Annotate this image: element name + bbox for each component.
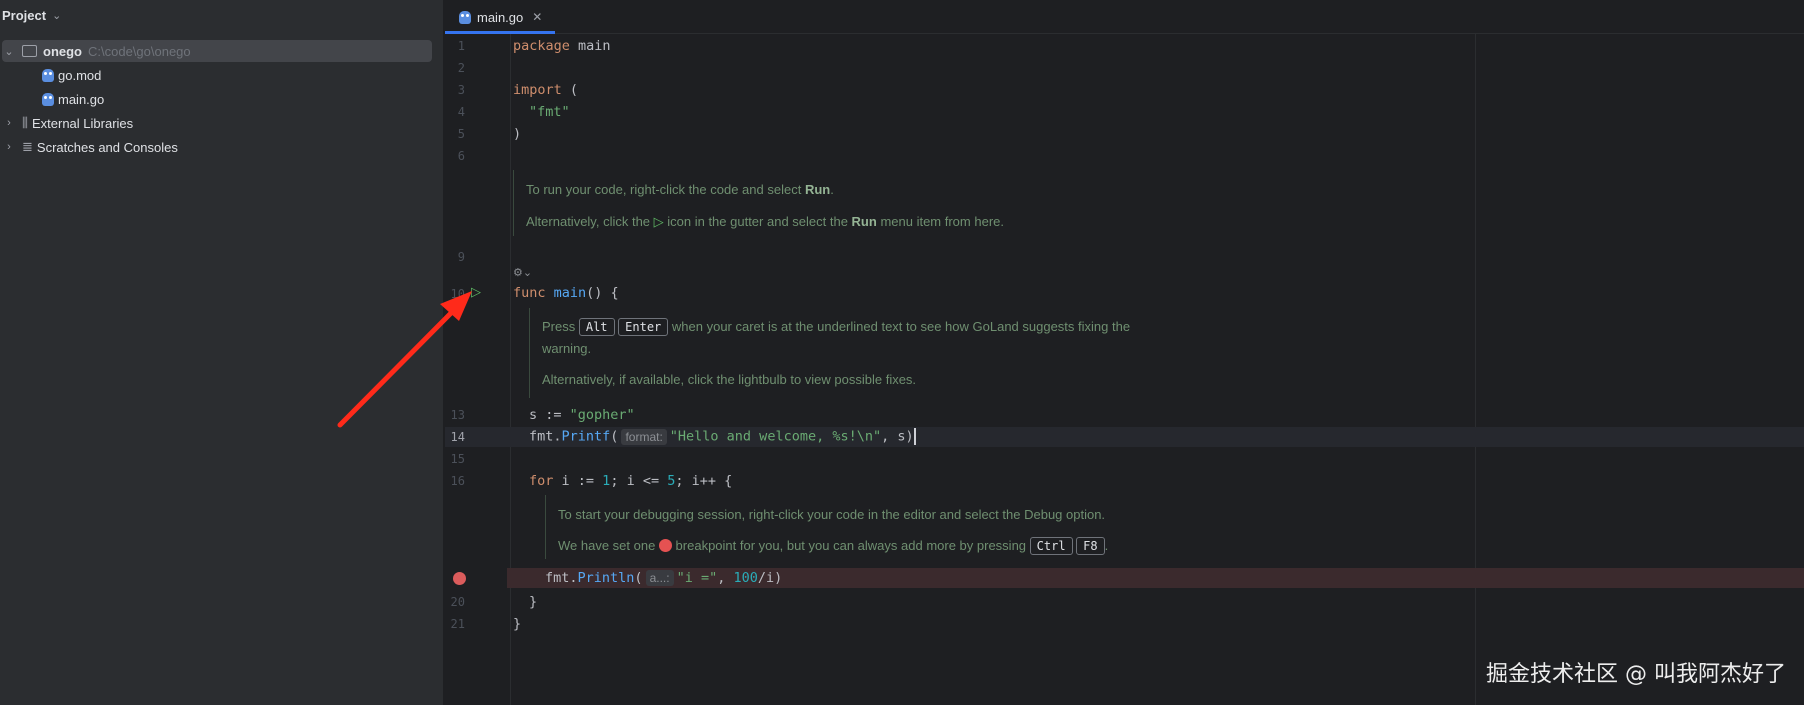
right-margin-guide bbox=[1475, 34, 1476, 705]
line-number: 9 bbox=[457, 250, 465, 264]
project-title: Project bbox=[2, 7, 47, 23]
line-number: 2 bbox=[457, 61, 465, 75]
code-line-21: } bbox=[513, 616, 522, 632]
tree-item-scratches[interactable]: › ≣ Scratches and Consoles bbox=[2, 136, 178, 158]
tab-bar: main.go ✕ bbox=[445, 0, 1804, 34]
tree-item-external-libraries[interactable]: › ⫼ External Libraries bbox=[2, 112, 133, 134]
editor[interactable]: main.go ✕ 1 2 3 4 5 6 9 10 13 14 15 16 2… bbox=[445, 0, 1804, 705]
line-number: 3 bbox=[457, 83, 465, 97]
doc-text: Alternatively, click the ▷ icon in the g… bbox=[526, 214, 1004, 229]
run-gutter-icon[interactable]: ▷ bbox=[471, 284, 481, 300]
doc-comment-run: To run your code, right-click the code a… bbox=[513, 170, 1214, 236]
play-icon: ▷ bbox=[653, 214, 664, 229]
library-icon: ⫼ bbox=[22, 115, 28, 130]
doc-text: Press Alt Enter when your caret is at th… bbox=[542, 318, 1131, 336]
close-icon[interactable]: ✕ bbox=[532, 10, 542, 24]
line-number: 5 bbox=[457, 127, 465, 141]
watermark-text: 掘金技术社区 @ 叫我阿杰好了 bbox=[1486, 662, 1786, 687]
tab-main-go[interactable]: main.go ✕ bbox=[445, 0, 555, 34]
doc-text: We have set one breakpoint for you, but … bbox=[558, 537, 1109, 555]
tree-item-label: onego bbox=[43, 43, 82, 59]
gopher-file-icon bbox=[459, 10, 471, 24]
line-number: 10 bbox=[450, 287, 465, 301]
line-number: 21 bbox=[450, 617, 465, 631]
tree-item-label: External Libraries bbox=[31, 115, 134, 131]
line-number: 1 bbox=[457, 39, 465, 53]
gopher-file-icon bbox=[42, 92, 54, 106]
project-panel: Project ⌄ ⌄ onego C:\code\go\onego go.mo… bbox=[0, 0, 444, 705]
gopher-file-icon bbox=[42, 68, 54, 82]
parameter-hint: a...: bbox=[645, 570, 674, 586]
project-panel-header[interactable]: Project ⌄ bbox=[0, 0, 445, 30]
tab-label: main.go bbox=[477, 9, 524, 25]
doc-comment-fix: Press Alt Enter when your caret is at th… bbox=[529, 308, 1230, 398]
ai-assist-icon[interactable]: ⚙⌄ bbox=[513, 266, 532, 279]
key-alt: Alt bbox=[578, 318, 615, 336]
tree-item-label: Scratches and Consoles bbox=[36, 139, 178, 155]
line-number: 16 bbox=[450, 474, 465, 488]
code-line-14[interactable]: fmt.Printf(format: "Hello and welcome, %s… bbox=[529, 428, 916, 445]
scratches-icon: ≣ bbox=[22, 139, 33, 154]
breakpoint-icon[interactable] bbox=[453, 572, 466, 585]
code-line-5: ) bbox=[513, 126, 522, 142]
code-line-3: import ( bbox=[513, 82, 579, 98]
parameter-hint: format: bbox=[621, 428, 667, 445]
tree-item-path: C:\code\go\onego bbox=[88, 43, 191, 59]
doc-text: warning. bbox=[542, 341, 592, 356]
line-number: 15 bbox=[450, 452, 465, 466]
breakpoint-icon bbox=[658, 539, 672, 552]
doc-text: To run your code, right-click the code a… bbox=[526, 182, 834, 197]
line-number: 20 bbox=[450, 595, 465, 609]
code-line-16: for i := 1; i <= 5; i++ { bbox=[529, 473, 733, 489]
chevron-down-icon[interactable]: ⌄ bbox=[2, 45, 16, 58]
code-line-13: s := "gopher" bbox=[529, 407, 635, 423]
doc-text: To start your debugging session, right-c… bbox=[558, 507, 1106, 522]
code-left-guide bbox=[510, 34, 511, 705]
tree-item-go-mod[interactable]: go.mod bbox=[42, 64, 101, 86]
code-line-10: func main() { bbox=[513, 285, 619, 301]
key-f8: F8 bbox=[1076, 537, 1105, 555]
line-number: 4 bbox=[457, 105, 465, 119]
line-number: 14 bbox=[450, 430, 465, 444]
folder-icon bbox=[22, 45, 37, 57]
text-caret bbox=[913, 428, 916, 445]
tree-item-main-go[interactable]: main.go bbox=[42, 88, 104, 110]
doc-comment-debug: To start your debugging session, right-c… bbox=[545, 495, 1266, 559]
doc-text: Alternatively, if available, click the l… bbox=[542, 372, 917, 387]
tree-item-label: main.go bbox=[58, 91, 105, 107]
code-line-4: "fmt" bbox=[529, 104, 570, 120]
code-line-1: package main bbox=[513, 38, 611, 54]
chevron-down-icon[interactable]: ⌄ bbox=[52, 9, 61, 22]
chevron-right-icon[interactable]: › bbox=[2, 117, 16, 129]
line-number: 6 bbox=[457, 149, 465, 163]
tree-item-label: go.mod bbox=[58, 67, 102, 83]
line-number: 13 bbox=[450, 408, 465, 422]
chevron-right-icon[interactable]: › bbox=[2, 141, 16, 153]
code-line-19: fmt.Println(a...: "i =", 100/i) bbox=[545, 570, 783, 586]
code-line-20: } bbox=[529, 594, 538, 610]
key-ctrl: Ctrl bbox=[1029, 537, 1073, 555]
tree-item-onego[interactable]: ⌄ onego C:\code\go\onego bbox=[2, 40, 432, 62]
key-enter: Enter bbox=[618, 318, 669, 336]
